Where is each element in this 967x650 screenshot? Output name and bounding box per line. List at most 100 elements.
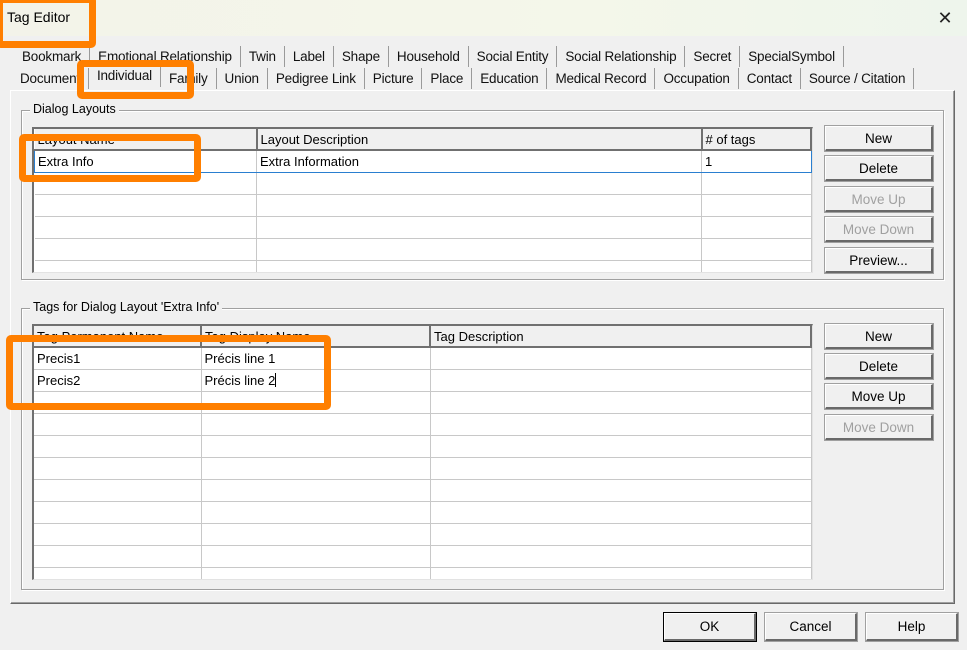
table-row[interactable]	[34, 435, 812, 458]
table-cell[interactable]	[701, 194, 812, 217]
table-cell[interactable]: 1	[701, 149, 812, 173]
close-button[interactable]: ✕	[931, 4, 959, 32]
tab-bookmark[interactable]: Bookmark	[14, 46, 91, 67]
dialog-layouts-move-down-button[interactable]: Move Down	[825, 217, 933, 242]
table-row[interactable]	[34, 479, 812, 502]
table-cell[interactable]	[430, 391, 812, 414]
tab-emotional-relationship[interactable]: Emotional Relationship	[90, 46, 241, 67]
table-cell[interactable]	[430, 347, 812, 370]
table-cell[interactable]	[34, 238, 257, 261]
table-cell[interactable]	[256, 238, 702, 261]
tab-individual[interactable]: Individual	[88, 65, 161, 87]
table-row[interactable]	[34, 545, 812, 568]
table-row[interactable]	[34, 413, 812, 436]
column-header-layout-description[interactable]: Layout Description	[256, 129, 703, 151]
dialog-layouts-preview-button[interactable]: Preview...	[825, 248, 933, 273]
tab-education[interactable]: Education	[472, 68, 548, 89]
dialog-layouts-new-button[interactable]: New	[825, 126, 933, 151]
table-cell[interactable]	[201, 523, 431, 546]
table-cell[interactable]	[34, 457, 202, 480]
dialog-layouts-grid[interactable]: Layout Name Layout Description # of tags E…	[32, 127, 813, 273]
cancel-button[interactable]: Cancel	[765, 613, 857, 641]
table-cell[interactable]	[34, 479, 202, 502]
tab-source-citation[interactable]: Source / Citation	[801, 68, 915, 89]
table-row[interactable]	[34, 238, 812, 261]
table-cell[interactable]	[34, 413, 202, 436]
tab-shape[interactable]: Shape	[334, 46, 389, 67]
table-cell[interactable]	[430, 369, 812, 392]
table-cell[interactable]	[256, 194, 702, 217]
table-row[interactable]: Extra Info Extra Information 1	[34, 149, 812, 173]
table-cell[interactable]	[701, 260, 812, 272]
tab-occupation[interactable]: Occupation	[655, 68, 739, 89]
table-cell[interactable]	[256, 172, 702, 195]
tab-twin[interactable]: Twin	[241, 46, 285, 67]
table-cell[interactable]	[430, 501, 812, 524]
table-cell[interactable]	[430, 457, 812, 480]
table-cell[interactable]	[201, 545, 431, 568]
tab-household[interactable]: Household	[389, 46, 469, 67]
table-cell[interactable]	[34, 435, 202, 458]
table-cell[interactable]	[201, 479, 431, 502]
table-cell[interactable]	[430, 567, 812, 579]
table-cell[interactable]	[34, 523, 202, 546]
table-cell[interactable]	[34, 545, 202, 568]
table-row[interactable]	[34, 501, 812, 524]
tags-delete-button[interactable]: Delete	[825, 354, 933, 379]
table-cell[interactable]	[430, 479, 812, 502]
ok-button[interactable]: OK	[664, 613, 756, 641]
table-cell[interactable]	[201, 435, 431, 458]
table-cell[interactable]	[201, 567, 431, 579]
table-cell[interactable]	[701, 172, 812, 195]
tags-grid[interactable]: Tag Permanent Name Tag Display Name Tag De…	[32, 324, 813, 580]
tab-place[interactable]: Place	[422, 68, 473, 89]
dialog-layouts-delete-button[interactable]: Delete	[825, 156, 933, 181]
table-cell[interactable]: Extra Information	[256, 149, 702, 173]
table-cell[interactable]: Extra Info	[34, 149, 257, 173]
table-row[interactable]	[34, 172, 812, 195]
tags-move-up-button[interactable]: Move Up	[825, 384, 933, 409]
table-cell[interactable]	[34, 501, 202, 524]
tab-medical-record[interactable]: Medical Record	[547, 68, 656, 89]
table-cell[interactable]	[201, 501, 431, 524]
tab-document[interactable]: Document	[12, 68, 89, 89]
table-row[interactable]	[34, 523, 812, 546]
table-row[interactable]	[34, 260, 812, 272]
tab-family[interactable]: Family	[161, 68, 217, 89]
tab-social-relationship[interactable]: Social Relationship	[557, 46, 686, 67]
table-cell[interactable]	[34, 172, 257, 195]
table-cell[interactable]	[34, 567, 202, 579]
column-header-tag-display-name[interactable]: Tag Display Name	[201, 326, 431, 348]
table-cell[interactable]	[430, 435, 812, 458]
table-row[interactable]	[34, 194, 812, 217]
tab-contact[interactable]: Contact	[739, 68, 801, 89]
table-cell[interactable]: Precis2	[34, 369, 202, 392]
table-cell[interactable]	[34, 391, 202, 414]
column-header-tag-permanent-name[interactable]: Tag Permanent Name	[34, 326, 202, 348]
column-header-tag-description[interactable]: Tag Description	[430, 326, 812, 348]
table-row[interactable]: Precis2 Précis line 2	[34, 369, 812, 392]
column-header-of-tags[interactable]: # of tags	[701, 129, 812, 151]
tab-picture[interactable]: Picture	[365, 68, 423, 89]
table-cell[interactable]	[34, 216, 257, 239]
table-cell[interactable]	[256, 260, 702, 272]
table-cell[interactable]	[201, 391, 431, 414]
tab-label[interactable]: Label	[285, 46, 334, 67]
tags-move-down-button[interactable]: Move Down	[825, 415, 933, 440]
dialog-layouts-move-up-button[interactable]: Move Up	[825, 187, 933, 212]
tab-specialsymbol[interactable]: SpecialSymbol	[740, 46, 844, 67]
table-row[interactable]	[34, 391, 812, 414]
tab-secret[interactable]: Secret	[685, 46, 741, 67]
table-row[interactable]: Precis1 Précis line 1	[34, 347, 812, 370]
table-cell[interactable]	[430, 523, 812, 546]
table-row[interactable]	[34, 457, 812, 480]
table-row[interactable]	[34, 216, 812, 239]
table-cell[interactable]	[701, 216, 812, 239]
tab-union[interactable]: Union	[217, 68, 268, 89]
table-cell[interactable]	[201, 457, 431, 480]
table-row[interactable]	[34, 567, 812, 579]
table-cell[interactable]	[701, 238, 812, 261]
table-cell[interactable]	[256, 216, 702, 239]
table-cell[interactable]: Précis line 2	[201, 369, 431, 392]
table-cell[interactable]	[34, 260, 257, 272]
